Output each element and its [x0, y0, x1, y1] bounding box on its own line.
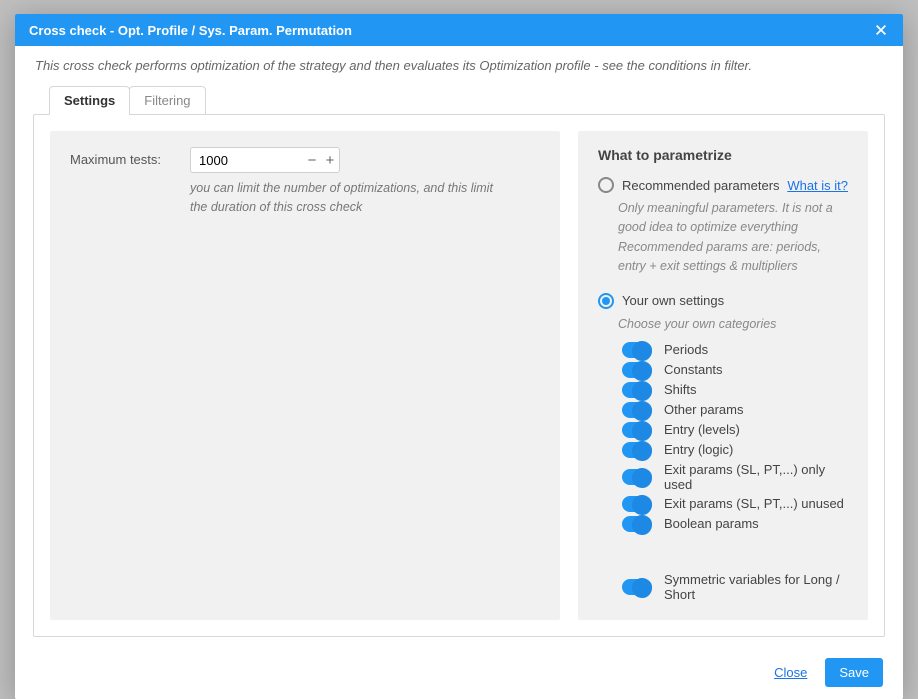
- toggle-row: Other params: [622, 402, 848, 418]
- toggle-switch[interactable]: [622, 516, 652, 532]
- toggle-symmetric-label: Symmetric variables for Long / Short: [664, 572, 848, 602]
- toggle-switch[interactable]: [622, 362, 652, 378]
- modal-footer: Close Save: [15, 645, 903, 699]
- modal-title: Cross check - Opt. Profile / Sys. Param.…: [29, 23, 352, 38]
- toggle-row: Exit params (SL, PT,...) unused: [622, 496, 848, 512]
- radio-recommended[interactable]: Recommended parameters: [598, 177, 780, 193]
- what-is-it-link[interactable]: What is it?: [787, 178, 848, 193]
- close-icon[interactable]: [871, 20, 891, 40]
- toggle-label: Exit params (SL, PT,...) unused: [664, 496, 844, 511]
- toggle-row: Boolean params: [622, 516, 848, 532]
- radio-own-label: Your own settings: [622, 293, 724, 308]
- modal-body: This cross check performs optimization o…: [15, 46, 903, 645]
- toggle-symmetric-row: Symmetric variables for Long / Short: [598, 572, 848, 602]
- tab-filtering[interactable]: Filtering: [129, 86, 205, 115]
- toggle-row: Exit params (SL, PT,...) only used: [622, 462, 848, 492]
- toggle-row: Entry (levels): [622, 422, 848, 438]
- max-tests-hint: you can limit the number of optimization…: [190, 179, 510, 217]
- radio-recommended-label: Recommended parameters: [622, 178, 780, 193]
- toggle-switch[interactable]: [622, 422, 652, 438]
- toggle-switch[interactable]: [622, 342, 652, 358]
- toggle-switch[interactable]: [622, 442, 652, 458]
- save-button[interactable]: Save: [825, 658, 883, 687]
- toggle-symmetric[interactable]: [622, 579, 652, 595]
- toggle-switch[interactable]: [622, 496, 652, 512]
- max-tests-input[interactable]: [199, 153, 303, 168]
- toggle-label: Constants: [664, 362, 723, 377]
- modal-header: Cross check - Opt. Profile / Sys. Param.…: [15, 14, 903, 46]
- parametrize-title: What to parametrize: [598, 147, 848, 163]
- modal-description: This cross check performs optimization o…: [33, 58, 885, 73]
- max-tests-label: Maximum tests:: [70, 147, 190, 169]
- stepper-decrement[interactable]: −: [303, 148, 321, 172]
- panel-parametrize: What to parametrize Recommended paramete…: [578, 131, 868, 620]
- toggle-switch[interactable]: [622, 402, 652, 418]
- radio-icon: [598, 177, 614, 193]
- toggle-label: Shifts: [664, 382, 697, 397]
- toggle-label: Entry (levels): [664, 422, 740, 437]
- tab-panel: Maximum tests: − + you can limit the num…: [33, 114, 885, 637]
- toggle-row: Shifts: [622, 382, 848, 398]
- toggle-switch[interactable]: [622, 469, 652, 485]
- radio-own[interactable]: Your own settings: [598, 293, 724, 309]
- toggle-row: Constants: [622, 362, 848, 378]
- recommended-desc: Only meaningful parameters. It is not a …: [598, 199, 848, 277]
- toggle-label: Boolean params: [664, 516, 759, 531]
- max-tests-stepper[interactable]: − +: [190, 147, 340, 173]
- modal-dialog: Cross check - Opt. Profile / Sys. Param.…: [15, 14, 903, 699]
- panel-max-tests: Maximum tests: − + you can limit the num…: [50, 131, 560, 620]
- toggle-row: Periods: [622, 342, 848, 358]
- toggle-label: Entry (logic): [664, 442, 733, 457]
- toggle-switch[interactable]: [622, 382, 652, 398]
- tab-settings[interactable]: Settings: [49, 86, 130, 115]
- toggle-label: Exit params (SL, PT,...) only used: [664, 462, 848, 492]
- stepper-increment[interactable]: +: [321, 148, 339, 172]
- toggle-list: Periods Constants Shifts Other params Entry …: [598, 342, 848, 532]
- close-button[interactable]: Close: [774, 665, 807, 680]
- radio-icon: [598, 293, 614, 309]
- toggle-label: Other params: [664, 402, 743, 417]
- toggle-row: Entry (logic): [622, 442, 848, 458]
- toggle-label: Periods: [664, 342, 708, 357]
- tab-bar: Settings Filtering: [33, 85, 885, 114]
- own-desc: Choose your own categories: [598, 315, 848, 334]
